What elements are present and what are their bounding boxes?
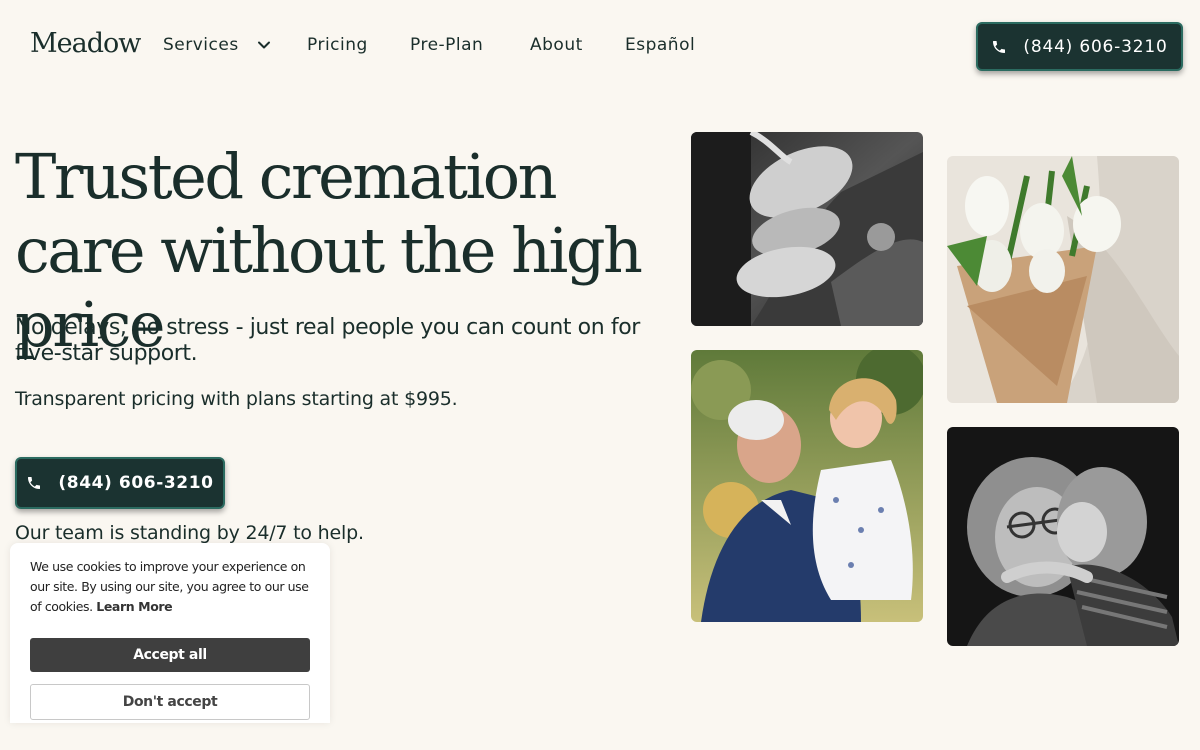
hero-phone-number: (844) 606-3210 xyxy=(58,473,214,493)
nav-item-pricing[interactable]: Pricing xyxy=(307,35,410,55)
nav-item-pre-plan[interactable]: Pre-Plan xyxy=(410,35,530,55)
nav-item-espanol[interactable]: Español xyxy=(625,35,695,55)
chevron-down-icon xyxy=(257,41,270,49)
hero-phone-button[interactable]: (844) 606-3210 xyxy=(15,457,225,509)
pricing-text: Transparent pricing with plans starting … xyxy=(15,388,458,410)
dont-accept-button[interactable]: Don't accept xyxy=(30,684,310,720)
nav-label-about: About xyxy=(530,35,583,55)
grandfather-holding-toddler-photo xyxy=(691,350,923,622)
nav-item-about[interactable]: About xyxy=(530,35,625,55)
white-tulips-bouquet-photo xyxy=(947,156,1179,403)
holding-hands-photo xyxy=(691,132,923,326)
nav-item-services[interactable]: Services xyxy=(163,35,307,55)
phone-icon xyxy=(993,40,1006,53)
header-phone-button[interactable]: (844) 606-3210 xyxy=(976,22,1183,71)
cookie-message: We use cookies to improve your experienc… xyxy=(30,557,315,617)
nav-label-espanol: Español xyxy=(625,35,696,55)
accept-all-button[interactable]: Accept all xyxy=(30,638,310,672)
nav-label-pre-plan: Pre-Plan xyxy=(410,35,484,55)
hero-subheadline: No delays, no stress - just real people … xyxy=(15,315,640,366)
header-phone-number: (844) 606-3210 xyxy=(1023,36,1168,57)
nav-label-services: Services xyxy=(163,35,239,55)
main-nav: Services Pricing Pre-Plan About Español xyxy=(163,35,695,55)
logo[interactable]: Meadow xyxy=(30,28,141,59)
nav-label-pricing: Pricing xyxy=(307,35,368,55)
learn-more-link[interactable]: Learn More xyxy=(96,599,172,614)
cookie-banner: We use cookies to improve your experienc… xyxy=(10,543,330,723)
availability-text: Our team is standing by 24/7 to help. xyxy=(15,522,364,544)
phone-icon xyxy=(28,477,41,489)
grandmother-hug-photo xyxy=(947,427,1179,646)
